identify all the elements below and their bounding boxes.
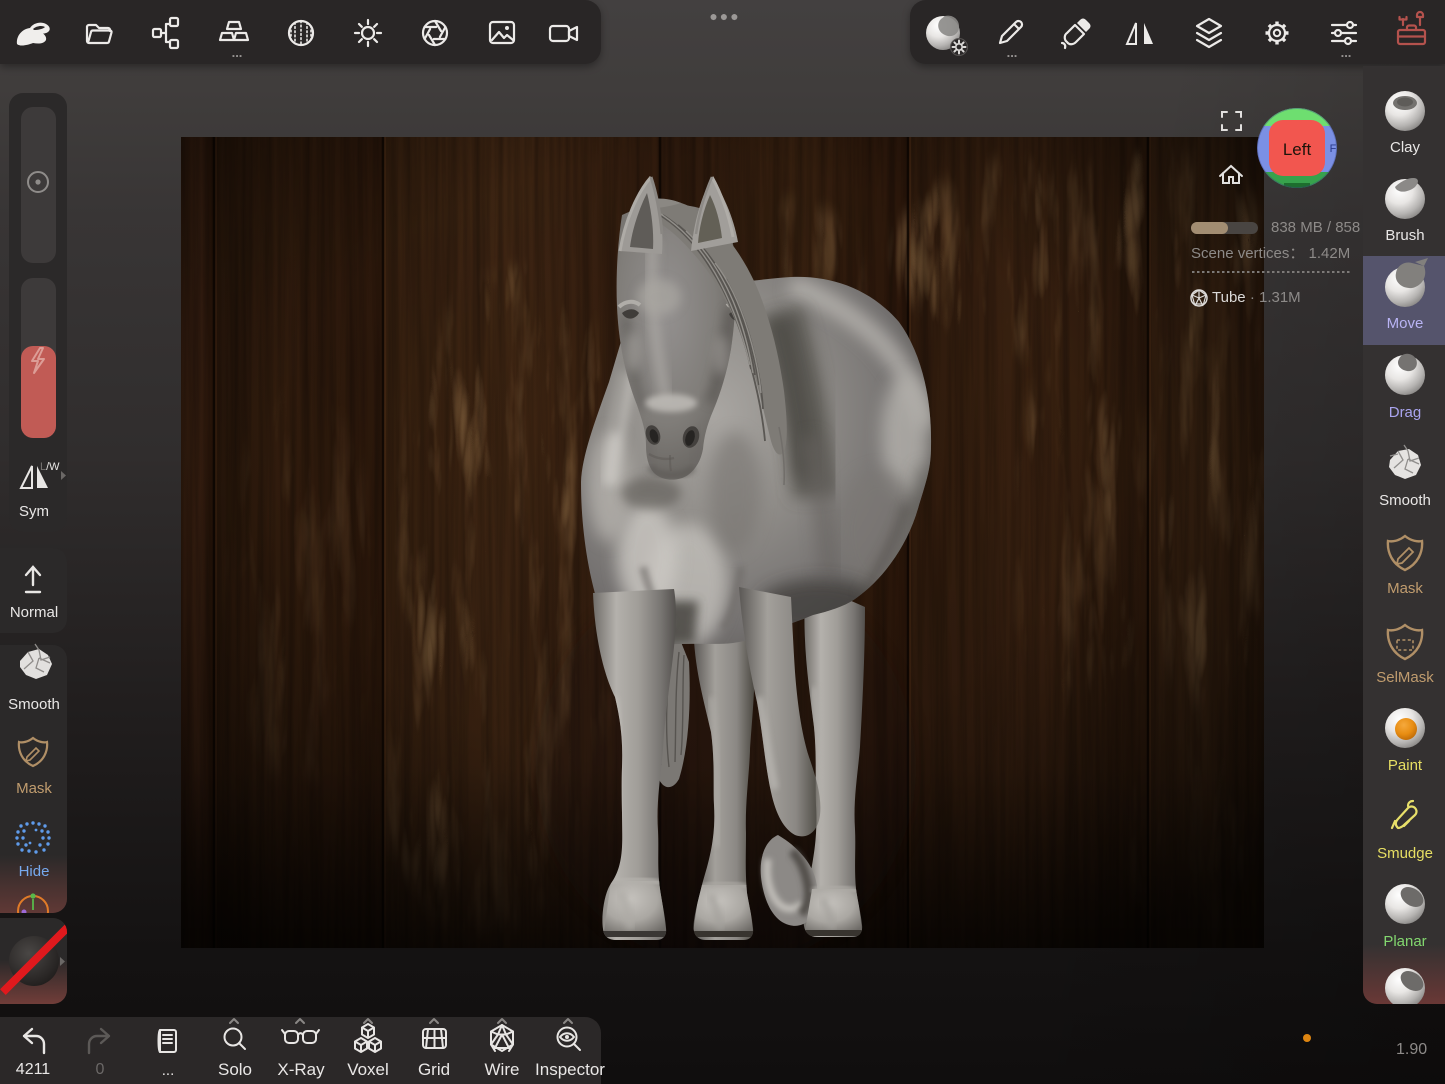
svg-text:F: F xyxy=(1330,143,1337,155)
svg-text:...: ... xyxy=(1007,45,1018,60)
svg-text:L/W: L/W xyxy=(40,461,60,473)
svg-text:...: ... xyxy=(232,45,243,60)
svg-text:Left: Left xyxy=(1283,140,1312,159)
svg-text:...: ... xyxy=(1341,45,1352,60)
